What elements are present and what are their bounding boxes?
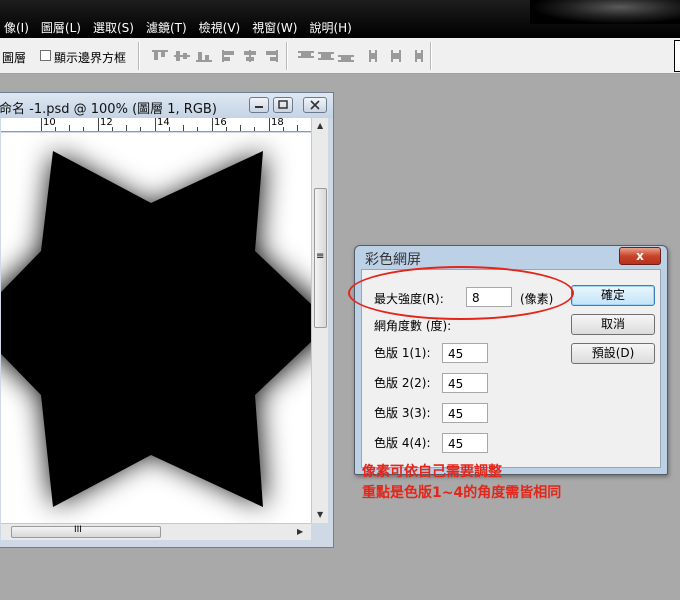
- ok-button[interactable]: 確定: [571, 285, 655, 306]
- scroll-right-arrow-icon[interactable]: ▶: [297, 527, 303, 537]
- options-bar: 圖層 顯示邊界方框: [0, 38, 680, 74]
- ruler-label: 16: [214, 118, 227, 128]
- show-bounds-label: 顯示邊界方框: [54, 51, 127, 65]
- dialog-close-button[interactable]: x: [619, 247, 661, 265]
- distribute-horizontal-centers-icon[interactable]: [388, 50, 404, 62]
- ruler-label: 10: [43, 118, 56, 128]
- distribute-vertical-centers-icon[interactable]: [318, 50, 334, 62]
- dialog-title: 彩色網屏: [365, 252, 421, 268]
- close-icon: [310, 100, 320, 110]
- minimize-button[interactable]: [249, 97, 269, 113]
- menu-items: 像(I) 圖層(L) 選取(S) 濾鏡(T) 檢視(V) 視窗(W) 說明(H): [0, 19, 352, 37]
- layer-option-label[interactable]: 圖層: [2, 49, 26, 66]
- close-icon: x: [636, 249, 644, 263]
- menu-view[interactable]: 檢視(V): [199, 19, 241, 37]
- menu-filter[interactable]: 濾鏡(T): [146, 19, 187, 37]
- horizontal-scrollbar[interactable]: III ▶: [1, 523, 311, 540]
- options-panel-edge: [674, 40, 680, 72]
- menu-window[interactable]: 視窗(W): [252, 19, 297, 37]
- restore-icon: [278, 100, 288, 109]
- distribute-right-edges-icon[interactable]: [408, 50, 424, 62]
- menu-layer[interactable]: 圖層(L): [41, 19, 81, 37]
- align-left-edges-icon[interactable]: [222, 50, 238, 62]
- channel-4-label: 色版 4(4):: [374, 436, 431, 450]
- menu-bar: 像(I) 圖層(L) 選取(S) 濾鏡(T) 檢視(V) 視窗(W) 說明(H): [0, 0, 680, 38]
- menu-help[interactable]: 說明(H): [309, 19, 351, 37]
- horizontal-ruler: 10 12 14 16 18: [1, 118, 311, 132]
- horizontal-scroll-thumb[interactable]: III: [11, 525, 161, 538]
- document-window: 命名 -1.psd @ 100% (圖層 1, RGB) 10 12 14 16…: [0, 92, 334, 548]
- highlight-ellipse: [348, 266, 574, 320]
- image-canvas[interactable]: [1, 133, 311, 523]
- vertical-scroll-thumb[interactable]: ≡: [314, 188, 327, 328]
- scroll-down-arrow-icon[interactable]: ▼: [317, 510, 323, 520]
- vertical-scrollbar[interactable]: ▲ ≡ ▼: [311, 118, 328, 523]
- menu-select[interactable]: 選取(S): [93, 19, 134, 37]
- align-right-edges-icon[interactable]: [262, 50, 278, 62]
- scroll-up-arrow-icon[interactable]: ▲: [317, 121, 323, 131]
- distribute-bottom-edges-icon[interactable]: [338, 50, 354, 62]
- channel-3-input[interactable]: 45: [442, 403, 488, 423]
- default-button[interactable]: 預設(D): [571, 343, 655, 364]
- vscroll-grip: ≡: [316, 251, 325, 262]
- channel-4-input[interactable]: 45: [442, 433, 488, 453]
- channel-1-input[interactable]: 45: [442, 343, 488, 363]
- toolbar-divider: [430, 42, 432, 70]
- toolbar-divider: [286, 42, 288, 70]
- cancel-button[interactable]: 取消: [571, 314, 655, 335]
- toolbar-divider: [138, 42, 140, 70]
- annotation-line-1: 像素可依自己需要調整: [362, 464, 502, 480]
- restore-button[interactable]: [273, 97, 293, 113]
- hscroll-grip: III: [74, 525, 82, 535]
- annotation-line-2: 重點是色版1~4的角度需皆相同: [362, 485, 562, 501]
- menu-image[interactable]: 像(I): [4, 19, 29, 37]
- distribute-top-edges-icon[interactable]: [298, 50, 314, 62]
- document-title: 命名 -1.psd @ 100% (圖層 1, RGB): [0, 102, 217, 117]
- channel-1-label: 色版 1(1):: [374, 346, 431, 360]
- titlebar-glow: [530, 0, 680, 24]
- document-titlebar[interactable]: 命名 -1.psd @ 100% (圖層 1, RGB): [0, 93, 333, 118]
- minimize-icon: [255, 106, 263, 108]
- channel-3-label: 色版 3(3):: [374, 406, 431, 420]
- align-vertical-centers-icon[interactable]: [174, 50, 190, 62]
- align-top-edges-icon[interactable]: [152, 50, 168, 62]
- close-button[interactable]: [303, 97, 327, 113]
- align-bottom-edges-icon[interactable]: [196, 50, 212, 62]
- distribute-left-edges-icon[interactable]: [368, 50, 384, 62]
- show-bounds-checkbox[interactable]: [40, 50, 51, 61]
- blurred-star-shape: [1, 133, 311, 523]
- channel-2-label: 色版 2(2):: [374, 376, 431, 390]
- ruler-label: 14: [157, 118, 170, 128]
- align-horizontal-centers-icon[interactable]: [242, 50, 258, 62]
- ruler-label: 18: [271, 118, 284, 128]
- ruler-label: 12: [100, 118, 113, 128]
- channel-2-input[interactable]: 45: [442, 373, 488, 393]
